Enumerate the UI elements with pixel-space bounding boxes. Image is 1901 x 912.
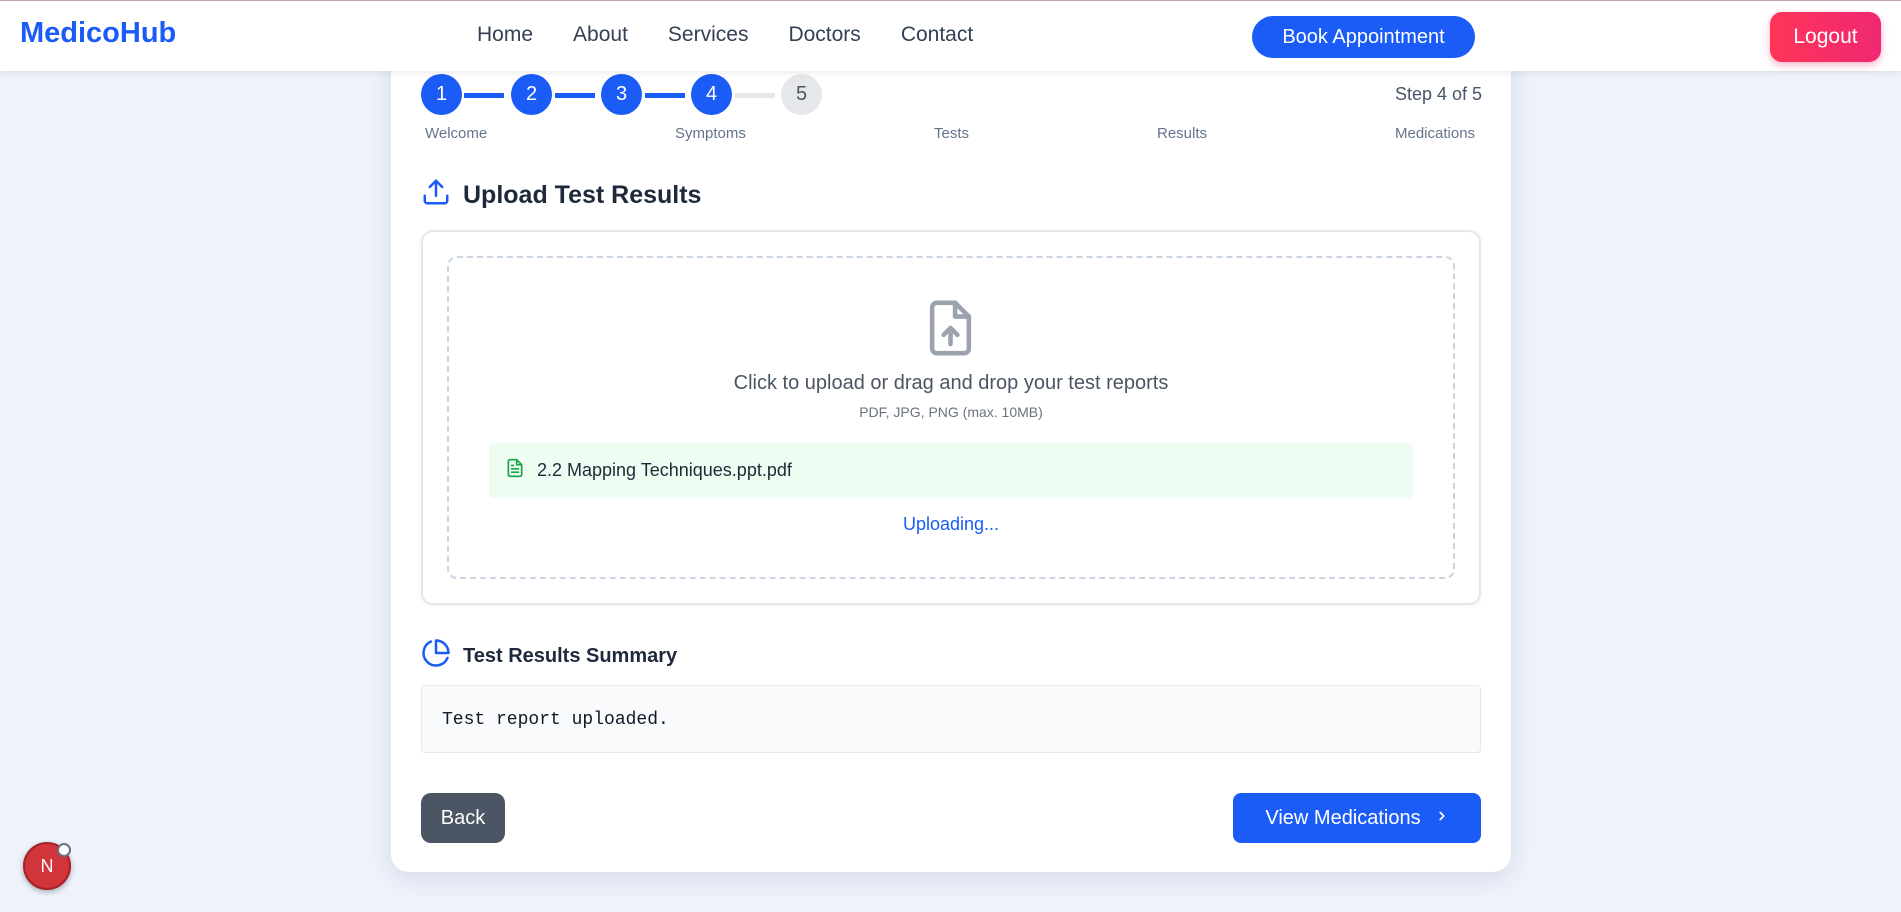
view-medications-label: View Medications xyxy=(1265,806,1421,829)
pie-chart-icon xyxy=(421,638,463,674)
step-2-circle: 2 xyxy=(511,74,552,115)
brand-logo[interactable]: MedicoHub xyxy=(20,17,176,50)
upload-file-types: PDF, JPG, PNG (max. 10MB) xyxy=(859,404,1043,420)
upload-status: Uploading... xyxy=(902,514,1000,534)
nav-link-doctors[interactable]: Doctors xyxy=(788,23,860,47)
uploaded-file-item: 2.2 Mapping Techniques.ppt.pdf xyxy=(489,443,1413,498)
uploaded-file-name: 2.2 Mapping Techniques.ppt.pdf xyxy=(537,460,792,480)
step-label-welcome: Welcome xyxy=(425,125,488,142)
step-label-medications: Medications xyxy=(1395,125,1476,142)
step-4-circle: 4 xyxy=(691,74,732,115)
nav-link-about[interactable]: About xyxy=(573,23,628,47)
view-medications-button[interactable]: View Medications xyxy=(1233,793,1481,843)
summary-text: Test report uploaded. xyxy=(421,685,1481,753)
file-upload-icon xyxy=(923,298,978,363)
nav-link-services[interactable]: Services xyxy=(668,23,749,47)
step-label-tests: Tests xyxy=(934,125,970,142)
upload-title-text: Upload Test Results xyxy=(463,181,702,209)
back-button[interactable]: Back xyxy=(421,793,505,843)
upload-icon xyxy=(421,177,463,214)
step-3-circle: 3 xyxy=(601,74,642,115)
step-label-symptoms: Symptoms xyxy=(675,125,746,142)
nav-link-contact[interactable]: Contact xyxy=(901,23,973,47)
step-1-circle: 1 xyxy=(421,74,462,115)
upload-instructions: Click to upload or drag and drop your te… xyxy=(733,372,1169,394)
summary-section-title: Test Results Summary xyxy=(421,638,677,674)
step-count: Step 4 of 5 xyxy=(1395,84,1483,104)
notification-dot-icon xyxy=(57,843,71,857)
nav-links: Home About Services Doctors Contact xyxy=(477,23,1013,47)
step-connector xyxy=(464,93,504,98)
step-connector xyxy=(735,93,775,98)
nav-link-home[interactable]: Home xyxy=(477,23,533,47)
logout-button[interactable]: Logout xyxy=(1770,12,1881,62)
chevron-right-icon xyxy=(1421,807,1449,830)
step-connector xyxy=(555,93,595,98)
book-appointment-button[interactable]: Book Appointment xyxy=(1252,16,1475,58)
summary-title-text: Test Results Summary xyxy=(463,644,678,667)
document-icon xyxy=(505,457,525,484)
step-5-circle: 5 xyxy=(781,74,822,115)
step-connector xyxy=(645,93,685,98)
upload-section-title: Upload Test Results xyxy=(421,177,701,214)
step-label-results: Results xyxy=(1157,125,1208,142)
navbar: MedicoHub Home About Services Doctors Co… xyxy=(0,0,1901,71)
